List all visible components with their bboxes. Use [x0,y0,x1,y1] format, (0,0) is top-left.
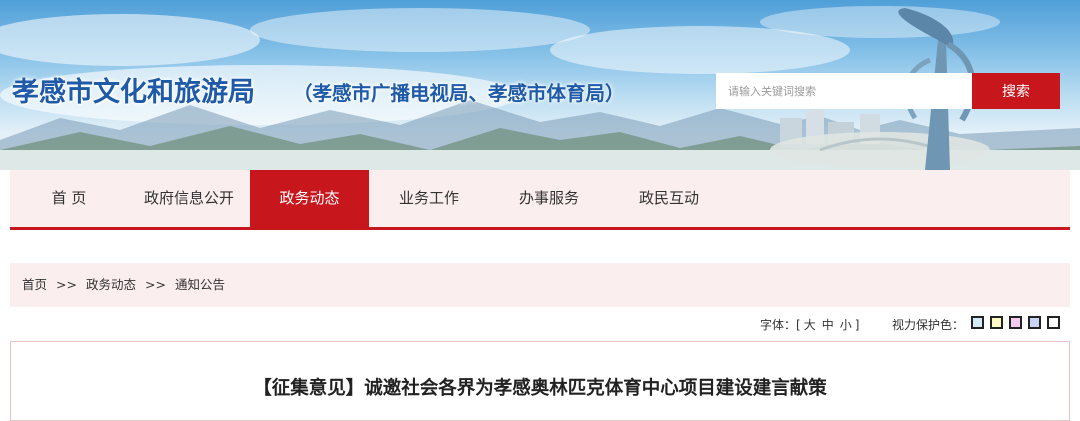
header-banner: 孝感市文化和旅游局 （孝感市广播电视局、孝感市体育局） 搜索 [0,0,1080,170]
article-panel: 【征集意见】诚邀社会各界为孝感奥林匹克体育中心项目建设建言献策 [10,341,1070,421]
nav-item-services[interactable]: 办事服务 [489,170,609,227]
font-size-small[interactable]: 小 [840,318,852,332]
font-size-close: ] [854,318,860,332]
search-button[interactable]: 搜索 [972,73,1060,109]
eye-color-swatch-white[interactable] [1047,316,1060,329]
article-title: 【征集意见】诚邀社会各界为孝感奥林匹克体育中心项目建设建言献策 [253,378,827,399]
font-size-medium[interactable]: 中 [822,318,834,332]
nav-item-gov-news[interactable]: 政务动态 [250,170,369,230]
font-size-label: 字体：[ [760,318,801,332]
nav-item-business[interactable]: 业务工作 [369,170,489,227]
eye-care-label: 视力保护色： [892,318,965,332]
nav-item-interaction[interactable]: 政民互动 [609,170,729,227]
font-size-tools: 字体：[大中小] [760,316,859,334]
eye-color-swatch-blue[interactable] [971,316,984,329]
breadcrumb-separator: >> [144,277,166,292]
breadcrumb-notices[interactable]: 通知公告 [175,277,225,292]
breadcrumb-home[interactable]: 首页 [22,277,47,292]
eye-color-swatch-pink[interactable] [1009,316,1022,329]
breadcrumb: 首页 >> 政务动态 >> 通知公告 [10,263,1070,307]
breadcrumb-separator: >> [56,277,77,292]
main-nav: 首 页 政府信息公开 政务动态 业务工作 办事服务 政民互动 [10,170,1070,230]
site-subtitle: （孝感市广播电视局、孝感市体育局） [293,82,625,105]
site-title: 孝感市文化和旅游局 [12,77,255,108]
eye-color-swatch-yellow[interactable] [990,316,1003,329]
nav-item-home[interactable]: 首 页 [10,170,128,227]
eye-color-swatch-lavender[interactable] [1028,316,1041,329]
breadcrumb-gov-news[interactable]: 政务动态 [86,277,136,292]
nav-item-gov-info[interactable]: 政府信息公开 [128,170,250,227]
font-size-large[interactable]: 大 [804,318,816,332]
search-input[interactable] [716,73,972,109]
